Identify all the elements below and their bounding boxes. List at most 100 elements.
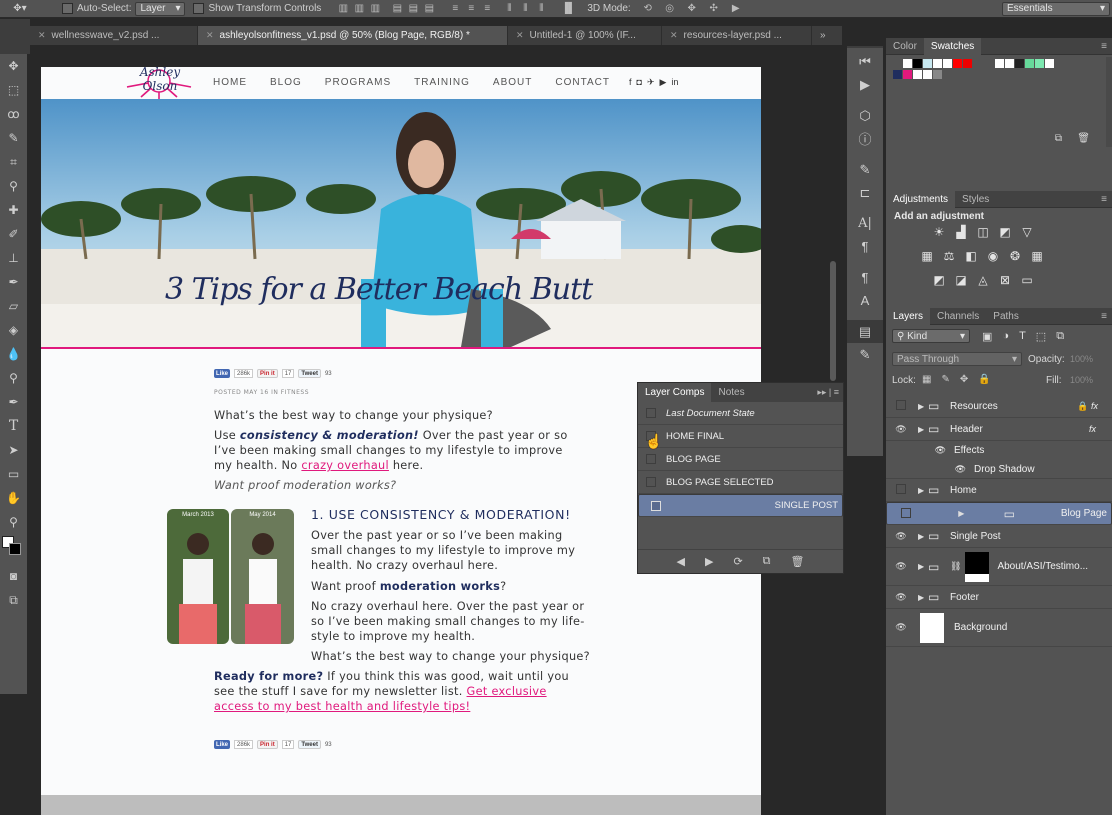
twitter-icon[interactable]: ✈ xyxy=(647,77,655,88)
paragraph-icon[interactable]: ¶ xyxy=(847,235,883,258)
close-icon[interactable]: ✕ xyxy=(206,30,214,41)
swatch[interactable] xyxy=(923,70,932,79)
character-styles-icon[interactable]: A xyxy=(847,289,883,312)
hue-saturation-icon[interactable]: ▦ xyxy=(920,249,934,263)
layer-row-home[interactable]: ▶ ▭ Home xyxy=(886,479,1112,502)
distribute-bottom-icon[interactable]: ≡ xyxy=(481,3,493,14)
posterize-icon[interactable]: ◪ xyxy=(954,273,968,287)
layer-row-single-post[interactable]: 👁 ▶ ▭ Single Post xyxy=(886,525,1112,548)
instagram-icon[interactable]: ◘ xyxy=(637,77,642,88)
black-white-icon[interactable]: ◧ xyxy=(964,249,978,263)
vibrance-icon[interactable]: ▽ xyxy=(1020,225,1034,239)
swatch[interactable] xyxy=(1035,59,1044,68)
move-tool-icon[interactable]: ✥▾ xyxy=(8,2,32,16)
close-icon[interactable]: ✕ xyxy=(38,30,46,41)
stamp-tool[interactable]: ⊥ xyxy=(0,246,27,270)
nav-training[interactable]: TRAINING xyxy=(414,77,470,88)
canvas-scrollbar[interactable] xyxy=(830,261,836,381)
next-comp-icon[interactable]: ▶ xyxy=(705,555,713,568)
adjustment-filter-icon[interactable]: ◑ xyxy=(1002,330,1009,343)
layer-row-blog-page[interactable]: ▶ ▭ Blog Page xyxy=(886,502,1112,525)
expand-triangle-icon[interactable]: ▶ xyxy=(918,402,928,411)
lock-pixels-icon[interactable]: ✎ xyxy=(941,374,949,385)
threshold-icon[interactable]: ◬ xyxy=(976,273,990,287)
effects-icon[interactable]: 👁 xyxy=(886,445,946,456)
screen-mode-button[interactable]: ⧉ xyxy=(0,588,27,612)
tab-overflow[interactable]: » xyxy=(812,26,842,45)
swatch[interactable] xyxy=(1015,59,1024,68)
align-bottom-icon[interactable]: ▥ xyxy=(369,3,381,14)
eye-icon[interactable]: 👁 xyxy=(886,424,916,435)
linkedin-icon[interactable]: in xyxy=(671,77,678,88)
expand-triangle-icon[interactable]: ▶ xyxy=(918,425,928,434)
3d-slide-icon[interactable]: ✣ xyxy=(705,3,723,14)
brightness-icon[interactable]: ☀ xyxy=(932,225,946,239)
youtube-icon[interactable]: ▶ xyxy=(660,77,667,88)
dodge-tool[interactable]: ⚲ xyxy=(0,366,27,390)
tab-notes[interactable]: Notes xyxy=(711,383,751,402)
tweet-button[interactable]: Tweet xyxy=(298,369,321,378)
type-tool[interactable]: T xyxy=(0,414,27,438)
facebook-like-button[interactable]: Like xyxy=(214,740,231,749)
panel-menu-icon[interactable]: ▸▸ | ≡ xyxy=(817,387,839,398)
distribute-top-icon[interactable]: ≡ xyxy=(449,3,461,14)
swatch[interactable] xyxy=(1045,59,1054,68)
fx-icon[interactable]: fx xyxy=(1089,424,1096,434)
distribute-right-icon[interactable]: ⫴ xyxy=(535,3,547,14)
delete-comp-icon[interactable]: 🗑 xyxy=(791,555,805,568)
history-brush-tool[interactable]: ✒ xyxy=(0,270,27,294)
expand-triangle-icon[interactable]: ▶ xyxy=(918,532,928,541)
layer-comp-item[interactable]: BLOG PAGE SELECTED xyxy=(638,471,843,494)
quick-select-tool[interactable]: ✎ xyxy=(0,126,27,150)
align-left-icon[interactable]: ▤ xyxy=(391,3,403,14)
close-icon[interactable]: ✕ xyxy=(670,30,678,41)
layer-row-effects[interactable]: 👁 Effects xyxy=(886,441,1112,460)
swatch[interactable] xyxy=(985,59,994,68)
eye-icon[interactable]: 👁 xyxy=(886,561,916,572)
comp-active-icon[interactable] xyxy=(651,500,661,511)
tab-color[interactable]: Color xyxy=(886,38,924,55)
photo-filter-icon[interactable]: ◉ xyxy=(986,249,1000,263)
comp-apply-checkbox[interactable] xyxy=(646,454,656,464)
visibility-toggle[interactable] xyxy=(886,400,916,412)
opacity-value[interactable]: 100% xyxy=(1070,354,1093,364)
align-vcenter-icon[interactable]: ▥ xyxy=(353,3,365,14)
healing-tool[interactable]: ✚ xyxy=(0,198,27,222)
swatch[interactable] xyxy=(953,59,962,68)
expand-triangle-icon[interactable]: ▶ xyxy=(918,593,928,602)
visibility-toggle[interactable] xyxy=(891,507,921,520)
tab-adjustments[interactable]: Adjustments xyxy=(886,190,956,208)
type-filter-icon[interactable]: T xyxy=(1019,330,1026,343)
brush-panel-icon[interactable]: ⊏ xyxy=(847,181,883,204)
close-icon[interactable]: ✕ xyxy=(516,30,524,41)
lock-transparent-icon[interactable]: ▦ xyxy=(922,374,931,385)
tab-wellnesswave[interactable]: ✕ wellnesswave_v2.psd ... xyxy=(30,26,198,45)
panel-menu-icon[interactable]: ≡ xyxy=(1101,311,1107,322)
eye-icon[interactable]: 👁 xyxy=(886,464,966,475)
distribute-hcenter-icon[interactable]: ⫴ xyxy=(519,3,531,14)
tab-layers[interactable]: Layers xyxy=(886,307,931,325)
color-swatches[interactable] xyxy=(0,534,27,564)
layer-row-footer[interactable]: 👁 ▶ ▭ Footer xyxy=(886,586,1112,609)
nav-programs[interactable]: PROGRAMS xyxy=(325,77,391,88)
move-tool[interactable]: ✥ xyxy=(0,54,27,78)
blur-tool[interactable]: 💧 xyxy=(0,342,27,366)
curves-icon[interactable]: ◫ xyxy=(976,225,990,239)
new-swatch-icon[interactable]: ⧉ xyxy=(1055,133,1062,144)
swatch[interactable] xyxy=(995,59,1004,68)
layer-thumbnail[interactable] xyxy=(920,612,944,643)
background-color[interactable] xyxy=(9,543,21,555)
distribute-vcenter-icon[interactable]: ≡ xyxy=(465,3,477,14)
color-balance-icon[interactable]: ⚖ xyxy=(942,249,956,263)
fill-value[interactable]: 100% xyxy=(1070,375,1093,385)
expand-triangle-icon[interactable]: ▶ xyxy=(958,509,968,518)
layer-row-about[interactable]: 👁 ▶ ▭ ⛓ About/ASI/Testimo... xyxy=(886,548,1112,586)
shape-tool[interactable]: ▭ xyxy=(0,462,27,486)
3d-roll-icon[interactable]: ◎ xyxy=(661,3,679,14)
crop-tool[interactable]: ⌗ xyxy=(0,150,27,174)
paragraph-styles-icon[interactable]: ¶ xyxy=(847,266,883,289)
swatch[interactable] xyxy=(893,59,902,68)
facebook-like-button[interactable]: Like xyxy=(214,369,231,378)
3d-icon[interactable]: ⬡ xyxy=(847,104,883,127)
eraser-tool[interactable]: ▱ xyxy=(0,294,27,318)
